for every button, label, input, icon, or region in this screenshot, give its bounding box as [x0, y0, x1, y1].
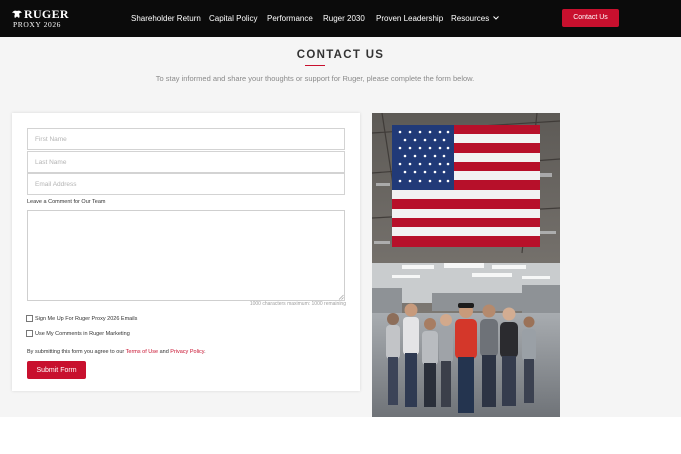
chevron-down-icon: [493, 16, 500, 20]
terms-prefix: By submitting this form you agree to our: [27, 349, 126, 355]
terms-suffix: .: [204, 349, 206, 355]
terms-notice: By submitting this form you agree to our…: [27, 349, 206, 355]
nav-link-ruger-2030[interactable]: Ruger 2030: [323, 13, 365, 24]
terms-middle: and: [158, 349, 171, 355]
email-input[interactable]: [27, 173, 345, 195]
marketing-consent-option[interactable]: Use My Comments in Ruger Marketing: [26, 330, 130, 337]
terms-of-use-link[interactable]: Terms of Use: [126, 349, 158, 355]
top-navigation: RUGER PROXY 2026 Shareholder Return Capi…: [0, 0, 681, 37]
factory-flag-photo: [372, 113, 560, 417]
title-underline: [305, 65, 325, 66]
nav-link-capital-policy[interactable]: Capital Policy: [209, 13, 257, 24]
contact-form: Leave a Comment for Our Team 1000 charac…: [12, 113, 360, 391]
nav-link-shareholder-return[interactable]: Shareholder Return: [131, 13, 201, 24]
comment-label: Leave a Comment for Our Team: [27, 199, 106, 205]
email-signup-checkbox[interactable]: [26, 315, 33, 322]
contact-us-button[interactable]: Contact Us: [562, 9, 619, 27]
email-signup-option[interactable]: Sign Me Up For Ruger Proxy 2026 Emails: [26, 315, 137, 322]
comment-textarea[interactable]: [27, 210, 345, 301]
nav-link-proven-leadership[interactable]: Proven Leadership: [376, 13, 443, 24]
marketing-consent-label: Use My Comments in Ruger Marketing: [35, 330, 130, 337]
nav-link-performance[interactable]: Performance: [267, 13, 313, 24]
factory-flag-illustration: [372, 113, 560, 417]
nav-link-resources[interactable]: Resources: [451, 13, 500, 24]
submit-form-button[interactable]: Submit Form: [27, 361, 86, 379]
last-name-input[interactable]: [27, 151, 345, 173]
marketing-consent-checkbox[interactable]: [26, 330, 33, 337]
resize-handle-icon[interactable]: [338, 294, 344, 300]
nav-link-resources-label: Resources: [451, 14, 490, 23]
privacy-policy-link[interactable]: Privacy Policy: [170, 349, 204, 355]
character-counter: 1000 characters maximum: 1000 remaining: [249, 301, 346, 307]
page-title: CONTACT US: [296, 49, 385, 61]
contact-section: CONTACT US To stay informed and share yo…: [0, 37, 681, 417]
email-signup-label: Sign Me Up For Ruger Proxy 2026 Emails: [35, 315, 138, 322]
first-name-input[interactable]: [27, 128, 345, 150]
page-subtitle: To stay informed and share your thoughts…: [155, 74, 475, 83]
